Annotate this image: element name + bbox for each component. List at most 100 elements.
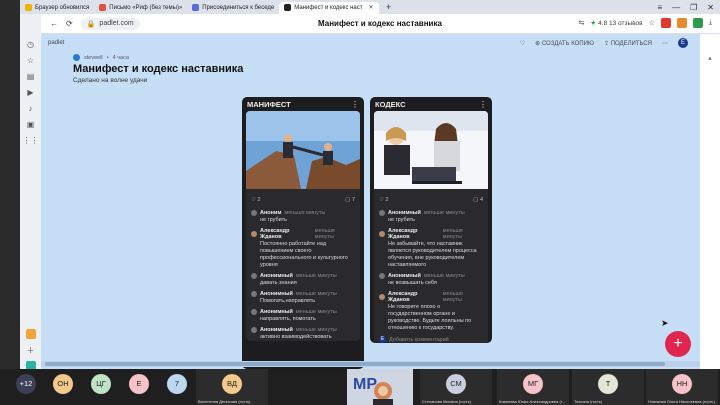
add-post-button[interactable]: + (665, 331, 691, 357)
participant-avatar[interactable]: Е (129, 374, 149, 394)
ext-add-icon[interactable]: ＋ (20, 342, 41, 358)
comment-author: Анонимный (260, 291, 293, 297)
comment: Анонимный меньше минуты давать знания (246, 273, 360, 287)
like-number: 2 (385, 197, 389, 203)
participant-avatar: НН (672, 374, 692, 394)
comment-number: 4 (479, 197, 483, 203)
businesswomen-laptop-image (374, 111, 488, 189)
participant-tile[interactable]: СМ Степанова Милана (гость) (420, 369, 492, 405)
comment-author: Анонимный (388, 210, 421, 216)
page-title: Манифест и кодекс наставника (318, 19, 442, 28)
ext-orange-icon[interactable] (20, 326, 41, 342)
refresh-icon[interactable]: ⟳ (66, 19, 73, 28)
close-tab-icon[interactable]: ✕ (369, 4, 374, 11)
window-controls: ≡ — ❐ ✕ (657, 3, 720, 12)
lock-icon: 🔒 (86, 20, 96, 28)
tab-bar: Я Браузер обновился Письмо «Риф (без тем… (0, 0, 720, 14)
reviews-badge[interactable]: ★ 4.8 13 отзывов (590, 19, 642, 28)
minimize-icon[interactable]: — (672, 3, 680, 12)
address-bar: ← ⟳ 🔒 padlet.com Манифест и кодекс наста… (0, 14, 720, 34)
comment-author: Анонимный (260, 273, 293, 279)
commenter-avatar (251, 327, 257, 333)
video-icon[interactable]: ▶ (20, 84, 41, 100)
comment-count[interactable]: ▢ 4 (473, 197, 483, 203)
card-stats: ♡ 2 ▢ 7 (246, 194, 360, 206)
comment-time: меньше минуты (442, 228, 463, 240)
participants-strip: +12 ОН ЦГ Е 7 ВД Валентина Денисова (гос… (0, 369, 720, 405)
tab-label: Присоединиться к беседе (202, 4, 275, 11)
participant-video[interactable]: МР (347, 369, 413, 405)
climbing-businessmen-image (246, 111, 360, 189)
column-manifest: МАНИФЕСТ ⋮ ♡ 2 ▢ 7 Аноним меньше минуты … (242, 97, 364, 369)
scrollbar-thumb[interactable] (45, 362, 665, 366)
participant-tile[interactable]: НН Новикова Ольга Николаевна (гость) (646, 369, 718, 405)
tab-mail[interactable]: Письмо «Риф (без темы)» (94, 2, 187, 14)
url-field[interactable]: 🔒 padlet.com (80, 17, 140, 30)
participant-avatar[interactable]: 7 (167, 374, 187, 394)
new-tab-button[interactable]: + (383, 2, 395, 12)
add-comment-button[interactable]: E Добавить комментарий (374, 332, 488, 343)
column-title: МАНИФЕСТ (247, 99, 291, 109)
heart-icon[interactable]: ♡ (520, 40, 525, 47)
participant-avatar[interactable]: ЦГ (91, 374, 111, 394)
comment: Анонимный меньше минуты не грубить (374, 210, 488, 224)
tab-padlet[interactable]: Манифест и кодекс наст ✕ (279, 1, 379, 14)
like-count[interactable]: ♡ 2 (379, 197, 389, 203)
video-feed-image: МР (347, 369, 413, 405)
column-menu-icon[interactable]: ⋮ (479, 100, 487, 109)
author-name[interactable]: steveell (84, 55, 103, 61)
comment-text: Не говорите плохо о государственном орга… (388, 304, 472, 331)
notifications-icon[interactable]: ♪ (20, 100, 41, 116)
url-text: padlet.com (99, 20, 134, 27)
column-menu-icon[interactable]: ⋮ (351, 100, 359, 109)
scroll-up-icon[interactable]: ▴ (700, 54, 720, 68)
translate-icon[interactable]: ⇆ (578, 19, 584, 27)
commenter-avatar (251, 273, 257, 279)
participant-tile[interactable]: ВД Валентина Денисова (гость) (196, 369, 268, 405)
back-icon[interactable]: ← (50, 19, 58, 28)
participant-name: Татьяна (гость) (574, 399, 603, 404)
bookmarks-icon[interactable]: ☆ (20, 52, 41, 68)
author-avatar[interactable] (73, 54, 80, 61)
share-button[interactable]: ⇪ ПОДЕЛИТЬСЯ (604, 40, 652, 47)
extension-green-icon[interactable] (692, 18, 703, 28)
collections-icon[interactable]: ▤ (20, 68, 41, 84)
participant-name: Валентина Денисова (гость) (198, 399, 251, 404)
extension-shield-icon[interactable] (676, 18, 687, 28)
commenter-avatar (251, 291, 257, 297)
user-avatar[interactable]: E (678, 38, 688, 48)
like-number: 2 (257, 197, 261, 203)
participant-avatar: СМ (446, 374, 466, 394)
menu-icon[interactable]: ≡ (657, 3, 662, 12)
more-participants-badge[interactable]: +12 (16, 374, 36, 394)
participant-avatar: Т (598, 374, 618, 394)
post-card[interactable]: ♡ 2 ▢ 7 Аноним меньше минуты не грубить А… (246, 111, 360, 341)
comment: Аноним меньше минуты не грубить (246, 210, 360, 224)
participant-tile[interactable]: Т Татьяна (гость) (572, 369, 644, 405)
tab-join-conversation[interactable]: Присоединиться к беседе (187, 2, 279, 14)
create-copy-button[interactable]: ⊕ СОЗДАТЬ КОПИЮ (535, 40, 594, 47)
comment-count[interactable]: ▢ 7 (345, 197, 355, 203)
left-dark-strip (0, 0, 20, 369)
padlet-brand[interactable]: padlet (48, 40, 64, 46)
download-icon[interactable]: ⤓ (709, 19, 712, 27)
maximize-icon[interactable]: ❐ (690, 3, 697, 12)
comment-author: Анонимный (260, 309, 293, 315)
more-icon[interactable]: ⋯ (662, 40, 668, 47)
video-backdrop-text: МР (353, 376, 377, 393)
comment: Александр Жданов меньше минуты Постоянно … (246, 228, 360, 269)
close-window-icon[interactable]: ✕ (707, 3, 714, 12)
comment-author: Александр Жданов (388, 291, 418, 303)
messenger-icon[interactable]: ▣ (20, 116, 41, 132)
apps-grid-icon[interactable]: ⋮⋮ (20, 132, 41, 148)
bookmark-icon[interactable]: ☆ (649, 19, 655, 27)
horizontal-scrollbar[interactable] (41, 361, 700, 367)
participant-tile[interactable]: МГ Ковалева Юлия Александровна (г... (497, 369, 569, 405)
history-icon[interactable]: ◷ (20, 36, 41, 52)
participant-avatar[interactable]: ОН (53, 374, 73, 394)
like-count[interactable]: ♡ 2 (251, 197, 261, 203)
tab-label: Браузер обновился (35, 4, 90, 11)
tab-browser-updated[interactable]: Браузер обновился (20, 2, 94, 14)
post-card[interactable]: ♡ 2 ▢ 4 Анонимный меньше минуты не грубит… (374, 111, 488, 343)
extension-red-icon[interactable] (660, 18, 671, 28)
